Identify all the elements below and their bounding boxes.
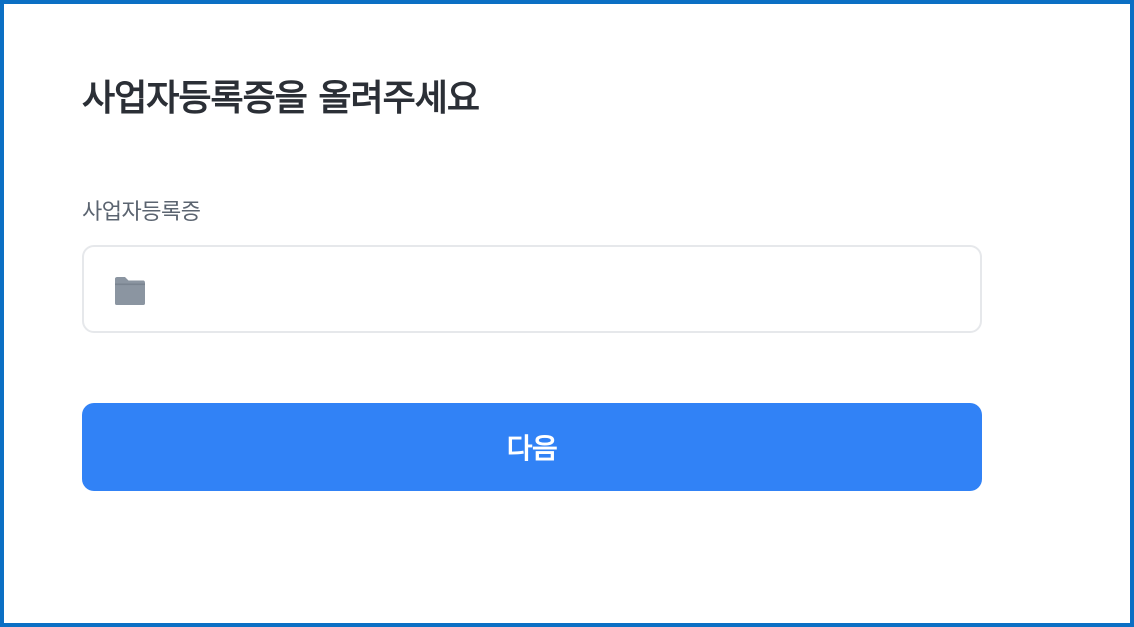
- upload-form-frame: 사업자등록증을 올려주세요 사업자등록증 다음: [0, 0, 1134, 627]
- folder-icon: [115, 277, 145, 305]
- upload-field-label: 사업자등록증: [82, 200, 201, 225]
- file-upload-input[interactable]: [82, 245, 982, 333]
- page-title: 사업자등록증을 올려주세요: [82, 78, 480, 119]
- next-button[interactable]: 다음: [82, 403, 982, 491]
